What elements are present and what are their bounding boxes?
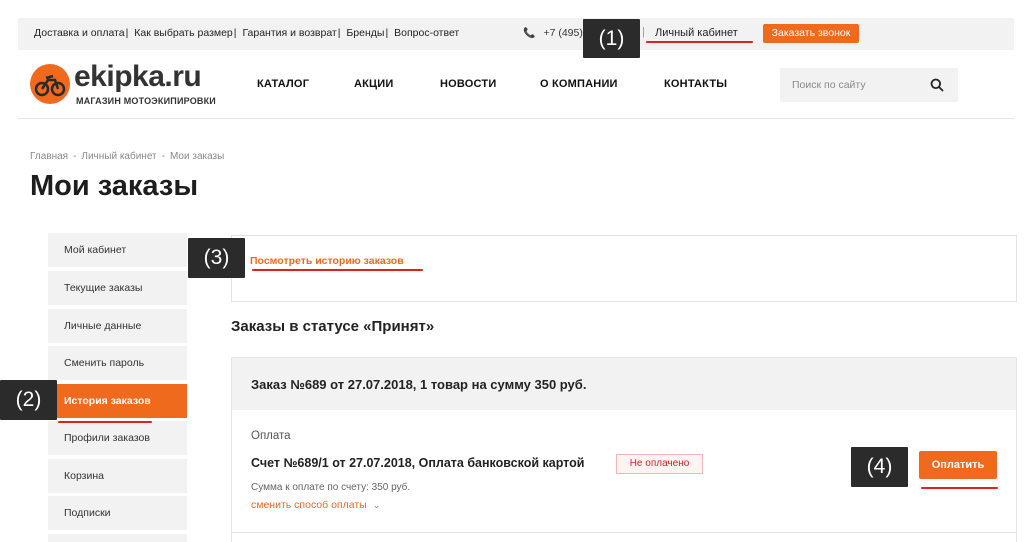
top-link-brands[interactable]: Бренды bbox=[346, 27, 384, 39]
sidebar-item-more[interactable] bbox=[48, 534, 187, 542]
phone-number[interactable]: 📞 +7 (495) bbox=[523, 27, 583, 39]
nav-contacts[interactable]: КОНТАКТЫ bbox=[664, 78, 727, 90]
annotation-marker-1: (1) bbox=[583, 19, 640, 58]
nav-sales[interactable]: АКЦИИ bbox=[354, 78, 394, 90]
annotation-marker-2: (2) bbox=[0, 380, 57, 420]
amount-due: Сумма к оплате по счету: 350 руб. bbox=[251, 482, 411, 493]
top-link-warranty[interactable]: Гарантия и возврат bbox=[242, 27, 336, 39]
status-heading: Заказы в статусе «Принят» bbox=[231, 318, 435, 335]
logo-tagline: МАГАЗИН МОТОЭКИПИРОВКИ bbox=[76, 96, 216, 106]
annotation-underline-3 bbox=[252, 269, 423, 271]
nav-news[interactable]: НОВОСТИ bbox=[440, 78, 496, 90]
sidebar-item-order-history[interactable]: История заказов bbox=[48, 384, 187, 418]
account-link[interactable]: Личный кабинет bbox=[655, 27, 738, 39]
sidebar-item-order-profiles[interactable]: Профили заказов bbox=[48, 421, 187, 455]
top-link-delivery[interactable]: Доставка и оплата bbox=[34, 27, 125, 39]
search-box bbox=[780, 68, 958, 102]
page-title: Мои заказы bbox=[30, 170, 199, 202]
payment-label: Оплата bbox=[251, 430, 291, 442]
change-payment-link[interactable]: сменить способ оплаты ⌄ bbox=[251, 499, 380, 511]
logo-name: ekipka.ru bbox=[74, 60, 202, 93]
breadcrumb-home[interactable]: Главная bbox=[30, 151, 68, 162]
order-divider bbox=[231, 532, 1017, 533]
nav-about[interactable]: О КОМПАНИИ bbox=[540, 78, 618, 90]
pay-button[interactable]: Оплатить bbox=[919, 451, 997, 479]
phone-icon: 📞 bbox=[523, 28, 536, 39]
top-links: Доставка и оплата| Как выбрать размер| Г… bbox=[34, 27, 460, 39]
divider: | bbox=[642, 26, 645, 38]
sidebar-item-subscriptions[interactable]: Подписки bbox=[48, 496, 187, 530]
sidebar-item-cart[interactable]: Корзина bbox=[48, 459, 187, 493]
top-link-faq[interactable]: Вопрос-ответ bbox=[394, 27, 459, 39]
annotation-underline-2 bbox=[58, 421, 152, 423]
annotation-marker-4: (4) bbox=[851, 447, 908, 487]
search-icon[interactable] bbox=[930, 78, 944, 92]
top-link-size-guide[interactable]: Как выбрать размер bbox=[134, 27, 233, 39]
motorcycle-logo-icon bbox=[30, 64, 70, 104]
logo[interactable]: ekipka.ru МАГАЗИН МОТОЭКИПИРОВКИ bbox=[30, 60, 230, 110]
annotation-marker-3: (3) bbox=[188, 238, 245, 278]
top-bar: Доставка и оплата| Как выбрать размер| Г… bbox=[18, 18, 1014, 50]
sidebar-item-change-password[interactable]: Сменить пароль bbox=[48, 346, 187, 380]
nav-catalog[interactable]: КАТАЛОГ bbox=[257, 78, 309, 90]
sidebar-item-current-orders[interactable]: Текущие заказы bbox=[48, 271, 187, 305]
annotation-underline-1 bbox=[646, 41, 753, 43]
breadcrumb: Главная - Личный кабинет - Мои заказы bbox=[30, 151, 225, 162]
view-history-link[interactable]: Посмотреть историю заказов bbox=[250, 255, 404, 267]
breadcrumb-current: Мои заказы bbox=[169, 151, 225, 162]
status-badge: Не оплачено bbox=[616, 454, 703, 474]
chevron-down-icon: ⌄ bbox=[372, 500, 381, 510]
callback-button[interactable]: Заказать звонок bbox=[763, 24, 859, 43]
order-title: Заказ №689 от 27.07.2018, 1 товар на сум… bbox=[251, 377, 587, 392]
invoice-title: Счет №689/1 от 27.07.2018, Оплата банков… bbox=[251, 456, 585, 470]
annotation-underline-4 bbox=[921, 487, 998, 489]
breadcrumb-account[interactable]: Личный кабинет bbox=[81, 151, 156, 162]
sidebar-item-personal-data[interactable]: Личные данные bbox=[48, 309, 187, 343]
search-input[interactable] bbox=[780, 68, 920, 102]
header-divider bbox=[18, 118, 1014, 119]
sidebar-item-my-account[interactable]: Мой кабинет bbox=[48, 233, 187, 267]
